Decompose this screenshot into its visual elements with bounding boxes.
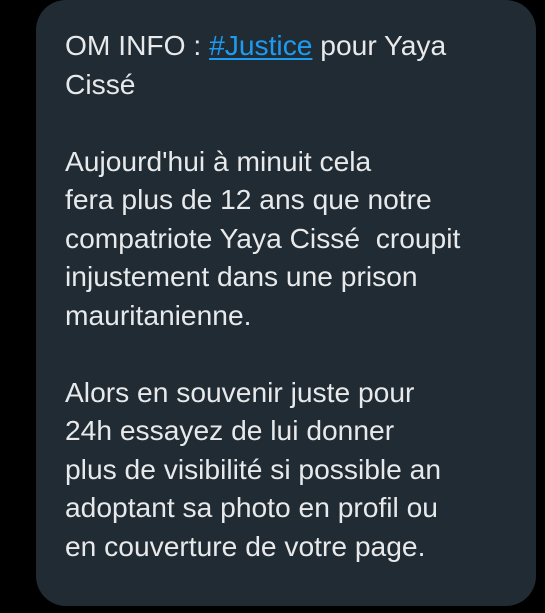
paragraph-break <box>65 334 516 373</box>
message-line: Aujourd'hui à minuit cela <box>65 144 372 177</box>
message-line: Alors en souvenir juste pour <box>65 375 415 408</box>
hashtag-link[interactable]: #Justice <box>209 29 312 61</box>
message-line: mauritanienne. <box>65 298 252 331</box>
message-line: en couverture de votre page. <box>65 529 426 562</box>
paragraph-break <box>65 103 516 142</box>
message-line: 24h essayez de lui donner <box>65 414 395 446</box>
message-bubble: OM INFO : #Justice pour Yaya Cissé Aujou… <box>36 0 536 606</box>
message-line: OM INFO : #Justice pour Yaya <box>65 26 516 65</box>
message-line: fera plus de 12 ans que notre <box>65 183 432 215</box>
message-text: pour Yaya <box>312 29 447 61</box>
message-line: Cissé <box>65 67 136 100</box>
message-line: adoptant sa photo en profil ou <box>65 491 438 523</box>
message-line: compatriote Yaya Cissé croupit <box>65 221 461 254</box>
message-line: injustement dans une prison <box>65 260 418 292</box>
message-text: OM INFO : <box>65 29 210 61</box>
message-line: plus de visibilité si possible an <box>65 452 442 485</box>
